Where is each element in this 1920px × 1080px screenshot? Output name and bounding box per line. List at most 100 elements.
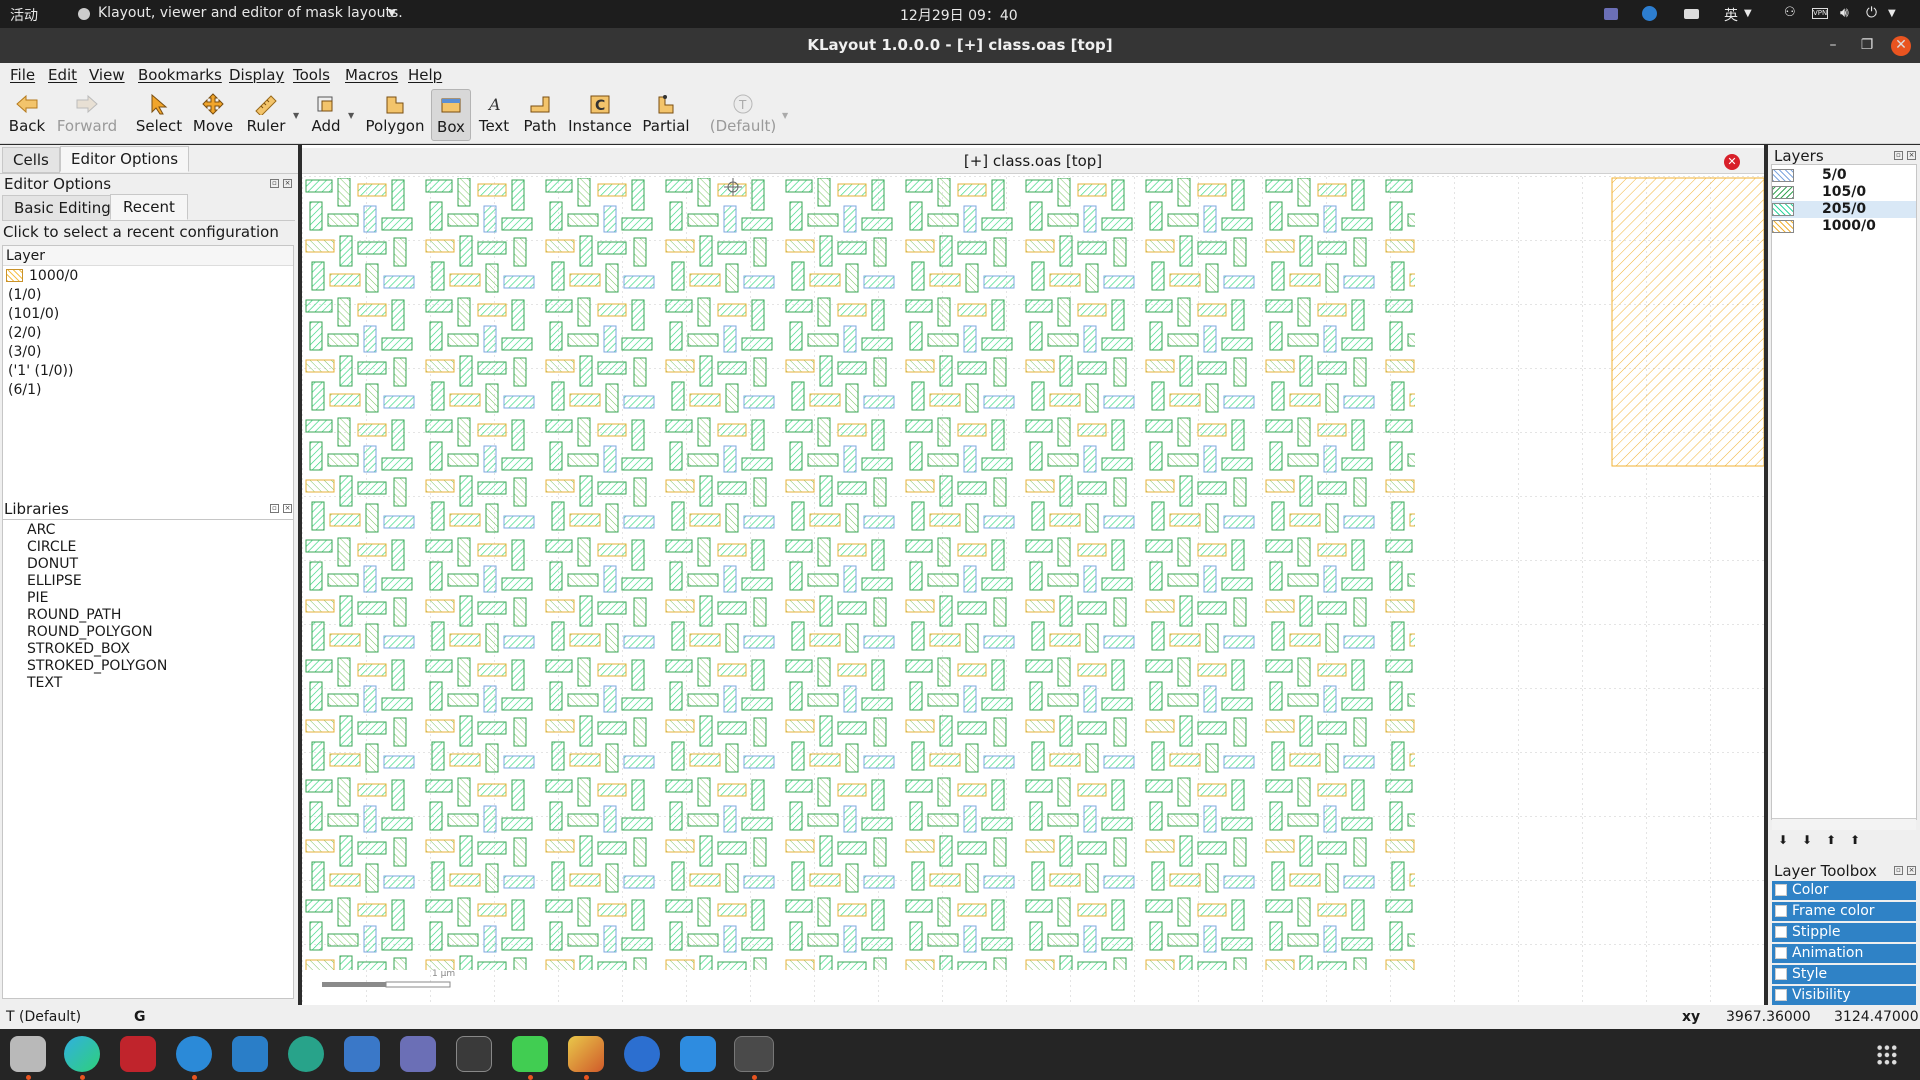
layer-row[interactable]: 105/0 — [1772, 184, 1916, 201]
network-icon[interactable]: ⚇ — [1784, 5, 1796, 20]
back-button[interactable]: Back — [4, 89, 50, 141]
store-icon[interactable] — [680, 1036, 716, 1072]
close-icon[interactable]: × — [283, 504, 292, 513]
library-item[interactable]: STROKED_BOX — [27, 641, 130, 657]
layout-view[interactable]: 1 µm — [302, 176, 1764, 1005]
app-menu[interactable]: Klayout, viewer and editor of mask layou… — [98, 5, 403, 21]
list-item[interactable]: (3/0) — [8, 344, 41, 360]
files-icon[interactable] — [10, 1036, 46, 1072]
library-item[interactable]: STROKED_POLYGON — [27, 658, 167, 674]
list-item[interactable]: (101/0) — [8, 306, 59, 322]
menu-tools[interactable]: Tools — [293, 66, 330, 84]
clock[interactable]: 12月29日 09：40 — [900, 5, 1018, 25]
select-button[interactable]: Select — [134, 89, 184, 141]
expand-checkbox[interactable] — [1775, 947, 1787, 959]
close-icon[interactable]: × — [1907, 866, 1916, 875]
ruler-button[interactable]: Ruler — [242, 89, 290, 141]
library-item[interactable]: CIRCLE — [27, 539, 76, 555]
app-circle-icon[interactable] — [288, 1036, 324, 1072]
partial-button[interactable]: Partial — [640, 89, 692, 141]
add-dropdown-icon[interactable]: ▼ — [348, 111, 354, 120]
text-editor-icon[interactable] — [344, 1036, 380, 1072]
vpn-icon[interactable]: VPN — [1812, 8, 1828, 19]
polygon-button[interactable]: Polygon — [364, 89, 426, 141]
libraries-list[interactable]: ARC CIRCLE DONUT ELLIPSE PIE ROUND_PATH … — [2, 519, 294, 999]
menu-view[interactable]: View — [89, 66, 125, 84]
text-button[interactable]: A Text — [476, 89, 512, 141]
forward-button[interactable]: Forward — [54, 89, 120, 141]
window-close-button[interactable]: ✕ — [1891, 36, 1911, 56]
expand-checkbox[interactable] — [1775, 926, 1787, 938]
toolbox-stipple[interactable]: Stipple — [1772, 923, 1916, 942]
tab-basic-editing[interactable]: Basic Editing — [2, 195, 123, 221]
library-item[interactable]: DONUT — [27, 556, 78, 572]
expand-checkbox[interactable] — [1775, 968, 1787, 980]
library-item[interactable]: ROUND_POLYGON — [27, 624, 153, 640]
layer-1000-shape[interactable] — [1611, 177, 1764, 467]
vscode-icon[interactable] — [232, 1036, 268, 1072]
instance-button[interactable]: C Instance — [568, 89, 632, 141]
close-icon[interactable]: × — [283, 179, 292, 188]
toolbox-frame-color[interactable]: Frame color — [1772, 902, 1916, 921]
expand-checkbox[interactable] — [1775, 884, 1787, 896]
layout-geometry[interactable] — [302, 178, 1415, 970]
power-icon[interactable]: ⏻ — [1866, 5, 1877, 21]
close-icon[interactable]: × — [1907, 151, 1916, 160]
browser-icon[interactable] — [176, 1036, 212, 1072]
default-dropdown-icon[interactable]: ▼ — [782, 111, 788, 120]
horizontal-scrollbar[interactable] — [1772, 818, 1916, 830]
path-button[interactable]: Path — [518, 89, 562, 141]
move-layer-top-icon[interactable]: ⬆ — [1845, 833, 1865, 851]
expand-checkbox[interactable] — [1775, 989, 1787, 1001]
app-grid-icon[interactable] — [1876, 1044, 1898, 1066]
layer-column-header[interactable]: Layer — [3, 246, 293, 266]
float-icon[interactable]: ▫ — [270, 504, 279, 513]
activities-button[interactable]: 活动 — [10, 5, 38, 25]
menu-display[interactable]: Display — [229, 66, 284, 84]
toolbox-color[interactable]: Color — [1772, 881, 1916, 900]
menu-file[interactable]: File — [10, 66, 35, 84]
move-button[interactable]: Move — [190, 89, 236, 141]
tray-keyboard-icon[interactable] — [1684, 9, 1699, 19]
menu-macros[interactable]: Macros — [345, 66, 398, 84]
list-item[interactable]: (1/0) — [8, 287, 41, 303]
float-icon[interactable]: ▫ — [1894, 866, 1903, 875]
monitor-icon[interactable] — [456, 1036, 492, 1072]
layer-row[interactable]: 1000/0 — [1772, 218, 1916, 235]
paint-icon[interactable] — [568, 1036, 604, 1072]
tray-sync-icon[interactable] — [1642, 6, 1657, 21]
move-layer-up-icon[interactable]: ⬆ — [1821, 833, 1841, 851]
default-text-button[interactable]: T (Default) — [706, 89, 780, 141]
maximize-button[interactable]: ❐ — [1857, 36, 1877, 56]
move-layer-down-icon[interactable]: ⬇ — [1773, 833, 1793, 851]
tray-cat-icon[interactable] — [1604, 8, 1618, 20]
library-item[interactable]: ELLIPSE — [27, 573, 82, 589]
tab-editor-options[interactable]: Editor Options — [60, 146, 190, 172]
tab-recent[interactable]: Recent — [110, 194, 188, 220]
edge-icon[interactable] — [64, 1036, 100, 1072]
menu-bookmarks[interactable]: Bookmarks — [138, 66, 222, 84]
klayout-icon[interactable] — [734, 1036, 774, 1072]
qt-creator-icon[interactable] — [512, 1036, 548, 1072]
list-item[interactable]: ('1' (1/0)) — [8, 363, 73, 379]
input-method-indicator[interactable]: 英 — [1724, 5, 1738, 25]
tab-cells[interactable]: Cells — [2, 147, 60, 173]
toolbox-style[interactable]: Style — [1772, 965, 1916, 984]
add-button[interactable]: Add — [306, 89, 346, 141]
minimize-button[interactable]: – — [1823, 36, 1843, 56]
app-red-icon[interactable] — [120, 1036, 156, 1072]
ruler-dropdown-icon[interactable]: ▼ — [293, 111, 299, 120]
move-layer-bottom-icon[interactable]: ⬇ — [1797, 833, 1817, 851]
library-item[interactable]: TEXT — [27, 675, 62, 691]
list-item[interactable]: (6/1) — [8, 382, 41, 398]
menu-edit[interactable]: Edit — [48, 66, 77, 84]
float-icon[interactable]: ▫ — [1894, 151, 1903, 160]
menu-help[interactable]: Help — [408, 66, 442, 84]
box-button[interactable]: Box — [431, 89, 471, 141]
list-item[interactable]: 1000/0 — [29, 268, 78, 284]
float-icon[interactable]: ▫ — [270, 179, 279, 188]
list-item[interactable]: (2/0) — [8, 325, 41, 341]
toolbox-animation[interactable]: Animation — [1772, 944, 1916, 963]
close-layout-icon[interactable]: ✕ — [1724, 154, 1740, 170]
layer-row-selected[interactable]: 205/0 — [1772, 201, 1916, 218]
